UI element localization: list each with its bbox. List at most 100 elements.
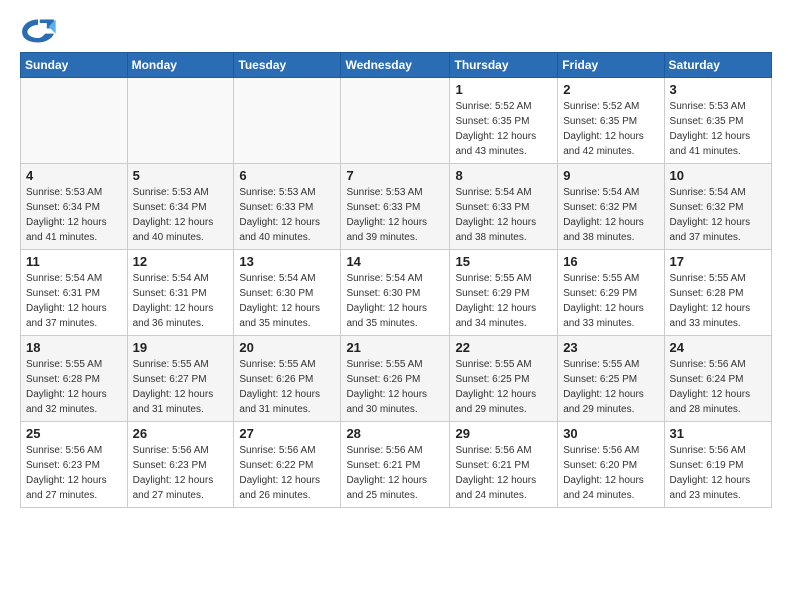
page-header — [20, 16, 772, 46]
header-day-monday: Monday — [127, 53, 234, 78]
day-info: Sunrise: 5:54 AM Sunset: 6:32 PM Dayligh… — [563, 185, 658, 245]
calendar-cell: 31Sunrise: 5:56 AM Sunset: 6:19 PM Dayli… — [664, 422, 771, 508]
day-number: 21 — [346, 340, 444, 355]
day-number: 4 — [26, 168, 122, 183]
day-info: Sunrise: 5:55 AM Sunset: 6:25 PM Dayligh… — [455, 357, 552, 417]
header-day-tuesday: Tuesday — [234, 53, 341, 78]
day-info: Sunrise: 5:55 AM Sunset: 6:27 PM Dayligh… — [133, 357, 229, 417]
calendar-cell: 15Sunrise: 5:55 AM Sunset: 6:29 PM Dayli… — [450, 250, 558, 336]
calendar-week-3: 18 Sunrise: 5:55 AM Sunset: 6:28 PM Dayli… — [21, 336, 772, 422]
day-info: Sunrise: 5:53 AM Sunset: 6:34 PM Dayligh… — [133, 185, 229, 245]
day-info: Sunrise: 5:52 AM Sunset: 6:35 PM Dayligh… — [563, 99, 658, 159]
logo — [20, 16, 60, 46]
calendar-cell — [341, 78, 450, 164]
day-info: Sunrise: 5:55 AM Sunset: 6:25 PM Dayligh… — [563, 357, 658, 417]
day-number: 8 — [455, 168, 552, 183]
calendar-cell: 17Sunrise: 5:55 AM Sunset: 6:28 PM Dayli… — [664, 250, 771, 336]
day-info: Sunrise: 5:54 AM Sunset: 6:33 PM Dayligh… — [455, 185, 552, 245]
calendar-cell — [127, 78, 234, 164]
header-day-sunday: Sunday — [21, 53, 128, 78]
day-info: Sunrise: 5:54 AM Sunset: 6:30 PM Dayligh… — [239, 271, 335, 331]
calendar-cell — [234, 78, 341, 164]
day-info: Sunrise: 5:56 AM Sunset: 6:21 PM Dayligh… — [346, 443, 444, 503]
calendar-cell: 7 Sunrise: 5:53 AM Sunset: 6:33 PM Daylig… — [341, 164, 450, 250]
calendar-cell: 12 Sunrise: 5:54 AM Sunset: 6:31 PM Dayli… — [127, 250, 234, 336]
day-info: Sunrise: 5:56 AM Sunset: 6:21 PM Dayligh… — [455, 443, 552, 503]
calendar-week-4: 25 Sunrise: 5:56 AM Sunset: 6:23 PM Dayli… — [21, 422, 772, 508]
day-info: Sunrise: 5:56 AM Sunset: 6:20 PM Dayligh… — [563, 443, 658, 503]
day-number: 12 — [133, 254, 229, 269]
day-number: 22 — [455, 340, 552, 355]
calendar-cell: 11 Sunrise: 5:54 AM Sunset: 6:31 PM Dayli… — [21, 250, 128, 336]
calendar-cell: 25 Sunrise: 5:56 AM Sunset: 6:23 PM Dayli… — [21, 422, 128, 508]
day-number: 27 — [239, 426, 335, 441]
day-info: Sunrise: 5:55 AM Sunset: 6:26 PM Dayligh… — [239, 357, 335, 417]
calendar-cell: 20 Sunrise: 5:55 AM Sunset: 6:26 PM Dayli… — [234, 336, 341, 422]
day-number: 1 — [455, 82, 552, 97]
calendar-cell: 19Sunrise: 5:55 AM Sunset: 6:27 PM Dayli… — [127, 336, 234, 422]
calendar-cell: 18 Sunrise: 5:55 AM Sunset: 6:28 PM Dayli… — [21, 336, 128, 422]
day-info: Sunrise: 5:55 AM Sunset: 6:28 PM Dayligh… — [26, 357, 122, 417]
header-day-thursday: Thursday — [450, 53, 558, 78]
day-number: 24 — [670, 340, 766, 355]
day-info: Sunrise: 5:53 AM Sunset: 6:33 PM Dayligh… — [346, 185, 444, 245]
calendar-cell: 3Sunrise: 5:53 AM Sunset: 6:35 PM Daylig… — [664, 78, 771, 164]
day-number: 30 — [563, 426, 658, 441]
day-number: 2 — [563, 82, 658, 97]
day-number: 7 — [346, 168, 444, 183]
day-info: Sunrise: 5:56 AM Sunset: 6:22 PM Dayligh… — [239, 443, 335, 503]
day-info: Sunrise: 5:54 AM Sunset: 6:31 PM Dayligh… — [26, 271, 122, 331]
day-number: 11 — [26, 254, 122, 269]
calendar-cell — [21, 78, 128, 164]
day-number: 6 — [239, 168, 335, 183]
day-number: 9 — [563, 168, 658, 183]
day-number: 31 — [670, 426, 766, 441]
day-number: 15 — [455, 254, 552, 269]
calendar-cell: 8 Sunrise: 5:54 AM Sunset: 6:33 PM Daylig… — [450, 164, 558, 250]
header-day-wednesday: Wednesday — [341, 53, 450, 78]
calendar-cell: 9 Sunrise: 5:54 AM Sunset: 6:32 PM Daylig… — [558, 164, 664, 250]
header-day-friday: Friday — [558, 53, 664, 78]
day-info: Sunrise: 5:56 AM Sunset: 6:23 PM Dayligh… — [133, 443, 229, 503]
day-info: Sunrise: 5:56 AM Sunset: 6:23 PM Dayligh… — [26, 443, 122, 503]
day-info: Sunrise: 5:53 AM Sunset: 6:35 PM Dayligh… — [670, 99, 766, 159]
calendar-cell: 23 Sunrise: 5:55 AM Sunset: 6:25 PM Dayli… — [558, 336, 664, 422]
calendar-cell: 2 Sunrise: 5:52 AM Sunset: 6:35 PM Daylig… — [558, 78, 664, 164]
calendar-cell: 6Sunrise: 5:53 AM Sunset: 6:33 PM Daylig… — [234, 164, 341, 250]
calendar-cell: 30 Sunrise: 5:56 AM Sunset: 6:20 PM Dayli… — [558, 422, 664, 508]
calendar-week-2: 11 Sunrise: 5:54 AM Sunset: 6:31 PM Dayli… — [21, 250, 772, 336]
day-info: Sunrise: 5:54 AM Sunset: 6:30 PM Dayligh… — [346, 271, 444, 331]
calendar-cell: 10 Sunrise: 5:54 AM Sunset: 6:32 PM Dayli… — [664, 164, 771, 250]
calendar-body: 1 Sunrise: 5:52 AM Sunset: 6:35 PM Daylig… — [21, 78, 772, 508]
calendar-cell: 27 Sunrise: 5:56 AM Sunset: 6:22 PM Dayli… — [234, 422, 341, 508]
day-number: 23 — [563, 340, 658, 355]
calendar-cell: 22 Sunrise: 5:55 AM Sunset: 6:25 PM Dayli… — [450, 336, 558, 422]
calendar-cell: 16Sunrise: 5:55 AM Sunset: 6:29 PM Dayli… — [558, 250, 664, 336]
day-number: 25 — [26, 426, 122, 441]
day-info: Sunrise: 5:54 AM Sunset: 6:32 PM Dayligh… — [670, 185, 766, 245]
day-number: 16 — [563, 254, 658, 269]
day-number: 18 — [26, 340, 122, 355]
calendar-table: SundayMondayTuesdayWednesdayThursdayFrid… — [20, 52, 772, 508]
day-number: 13 — [239, 254, 335, 269]
day-info: Sunrise: 5:52 AM Sunset: 6:35 PM Dayligh… — [455, 99, 552, 159]
calendar-cell: 5 Sunrise: 5:53 AM Sunset: 6:34 PM Daylig… — [127, 164, 234, 250]
day-number: 10 — [670, 168, 766, 183]
header-row: SundayMondayTuesdayWednesdayThursdayFrid… — [21, 53, 772, 78]
day-number: 26 — [133, 426, 229, 441]
header-day-saturday: Saturday — [664, 53, 771, 78]
day-info: Sunrise: 5:54 AM Sunset: 6:31 PM Dayligh… — [133, 271, 229, 331]
calendar-week-0: 1 Sunrise: 5:52 AM Sunset: 6:35 PM Daylig… — [21, 78, 772, 164]
calendar-cell: 13 Sunrise: 5:54 AM Sunset: 6:30 PM Dayli… — [234, 250, 341, 336]
day-number: 5 — [133, 168, 229, 183]
calendar-week-1: 4 Sunrise: 5:53 AM Sunset: 6:34 PM Daylig… — [21, 164, 772, 250]
day-number: 28 — [346, 426, 444, 441]
day-number: 20 — [239, 340, 335, 355]
calendar-cell: 29Sunrise: 5:56 AM Sunset: 6:21 PM Dayli… — [450, 422, 558, 508]
logo-icon — [20, 16, 56, 46]
day-info: Sunrise: 5:56 AM Sunset: 6:24 PM Dayligh… — [670, 357, 766, 417]
day-info: Sunrise: 5:55 AM Sunset: 6:28 PM Dayligh… — [670, 271, 766, 331]
calendar-cell: 21Sunrise: 5:55 AM Sunset: 6:26 PM Dayli… — [341, 336, 450, 422]
day-info: Sunrise: 5:53 AM Sunset: 6:34 PM Dayligh… — [26, 185, 122, 245]
calendar-cell: 28 Sunrise: 5:56 AM Sunset: 6:21 PM Dayli… — [341, 422, 450, 508]
